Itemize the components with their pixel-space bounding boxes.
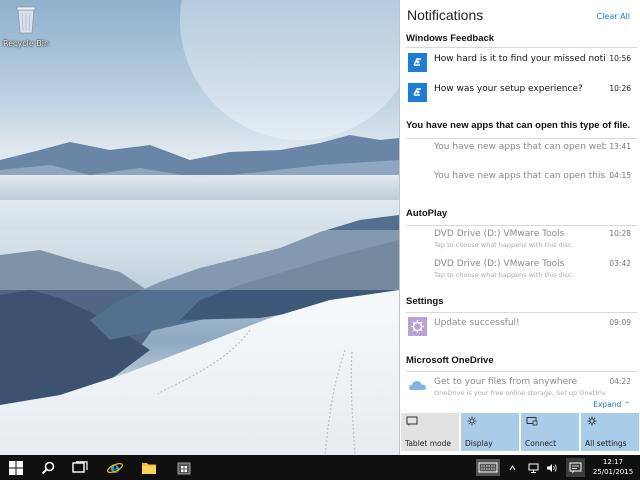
notification-item[interactable]: Get to your files from anywhere OneDrive… [400,372,640,398]
notification-item[interactable]: DVD Drive (D:) VMware Tools Tap to choos… [400,254,640,284]
windows-feedback-icon [408,53,427,72]
notification-text: DVD Drive (D:) VMware Tools [434,259,565,269]
start-button[interactable] [0,455,32,480]
quick-action-display[interactable]: Display [461,413,519,451]
volume-icon[interactable] [546,463,558,473]
recycle-bin-label: Recycle Bin [2,39,50,48]
display-brightness-icon [467,416,477,426]
notification-subtext: Tap to choose what happens with this dis… [434,241,574,249]
action-center-button[interactable] [566,458,585,477]
internet-explorer-icon: e [107,459,123,477]
connect-icon [526,417,538,426]
group-title-onedrive: Microsoft OneDrive [406,355,494,366]
search-button[interactable] [32,455,64,480]
notification-item[interactable]: How hard is it to find your missed notif… [400,49,640,79]
notification-item[interactable]: You have new apps that can open this typ… [400,166,640,196]
task-view-icon [72,460,88,473]
notification-item[interactable]: Update successful! 09:09 [400,313,640,343]
notification-text: How was your setup experience? [434,84,583,94]
quick-action-all-settings[interactable]: All settings [581,413,639,451]
quick-action-label: Display [465,439,493,448]
all-settings-gear-icon [587,416,597,426]
internet-explorer-button[interactable]: e [99,455,131,480]
clear-all-link[interactable]: Clear All [597,12,630,21]
action-center-panel: Notifications Clear All Windows Feedback… [399,0,640,455]
notification-text: DVD Drive (D:) VMware Tools [434,229,565,239]
notification-item[interactable]: You have new apps that can open webpag 1… [400,137,640,167]
notification-time: 10:26 [609,84,631,93]
keyboard-icon [478,462,498,473]
windows-feedback-icon [408,83,427,102]
search-icon [41,461,55,474]
notification-text: You have new apps that can open this typ [434,171,606,181]
action-center-title: Notifications [407,7,484,23]
show-hidden-icons-icon[interactable] [509,463,516,473]
group-title-new-apps: You have new apps that can open this typ… [406,120,631,131]
notification-text: You have new apps that can open webpag [434,142,606,152]
quick-action-label: Connect [525,439,557,448]
folder-icon [142,462,156,474]
clock[interactable]: 12:17 25/01/2015 [587,457,639,477]
expand-label: Expand [593,400,622,409]
group-divider [406,47,637,48]
quick-action-label: All settings [585,439,627,448]
clock-time: 12:17 [602,458,624,466]
notification-time: 10:28 [609,229,631,238]
group-title-autoplay: AutoPlay [406,208,448,219]
group-title-settings: Settings [406,296,444,307]
recycle-bin-shortcut[interactable]: Recycle Bin [2,4,50,48]
recycle-bin-icon [16,6,36,34]
settings-gear-icon [408,317,427,336]
network-icon[interactable] [528,463,540,473]
onedrive-cloud-icon [409,381,426,390]
notification-subtext: Tap to choose what happens with this dis… [434,271,574,279]
quick-action-label: Tablet mode [405,439,451,448]
notification-item[interactable]: How was your setup experience? 10:26 [400,79,640,109]
notification-text: Get to your files from anywhere [434,377,578,387]
chevron-up-icon: ⌃ [623,400,630,409]
quick-action-connect[interactable]: Connect [521,413,579,451]
notification-time: 13:41 [609,142,631,151]
notification-subtext: OneDrive is your free online storage. Se… [434,389,606,397]
tablet-mode-icon [406,416,418,426]
notification-time: 10:56 [609,54,631,63]
notification-time: 04:22 [609,377,631,386]
store-button[interactable] [168,455,200,480]
svg-text:e: e [110,459,120,477]
notification-text: Update successful! [434,318,520,328]
taskbar: e 12:17 25/01/2015 [0,455,640,480]
notification-item[interactable]: DVD Drive (D:) VMware Tools Tap to choos… [400,224,640,254]
action-center-icon [569,462,582,474]
group-title-windows-feedback: Windows Feedback [406,33,495,44]
expand-quick-actions-link[interactable]: Expand ⌃ [593,400,630,409]
touch-keyboard-button[interactable] [476,459,500,476]
store-icon [177,462,191,474]
notification-time: 03:42 [609,259,631,268]
windows-logo-icon [9,460,23,475]
action-center-header: Notifications Clear All [400,0,640,32]
notification-time: 04:15 [609,171,631,180]
quick-action-tablet-mode[interactable]: Tablet mode [401,413,459,451]
task-view-button[interactable] [64,455,96,480]
clock-date: 25/01/2015 [592,468,634,476]
notification-time: 09:09 [609,318,631,327]
notification-text: How hard is it to find your missed notif… [434,54,606,64]
file-explorer-button[interactable] [133,455,165,480]
